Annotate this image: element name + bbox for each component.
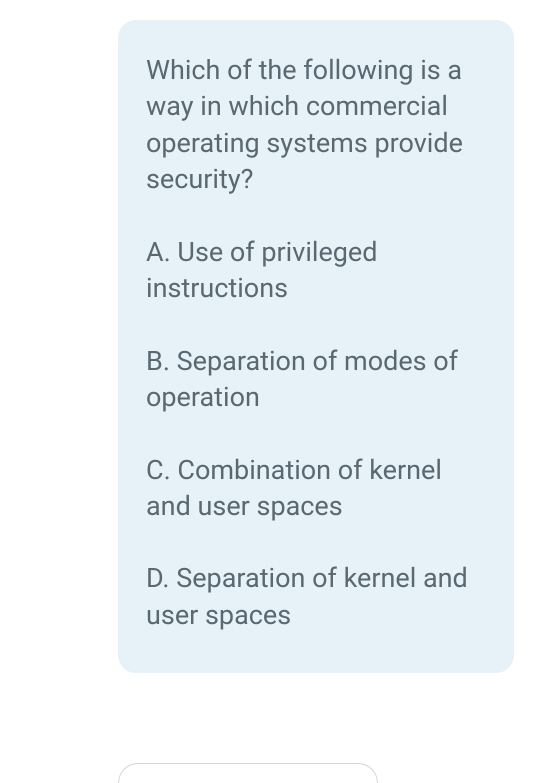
option-c: C. Combination of kernel and user spaces: [146, 452, 486, 525]
option-d: D. Separation of kernel and user spaces: [146, 560, 486, 633]
message-bubble: Which of the following is a way in which…: [118, 20, 514, 673]
partial-button-outline: [118, 763, 378, 783]
option-a: A. Use of privileged instructions: [146, 234, 486, 307]
option-b: B. Separation of modes of operation: [146, 343, 486, 416]
question-text: Which of the following is a way in which…: [146, 52, 486, 198]
